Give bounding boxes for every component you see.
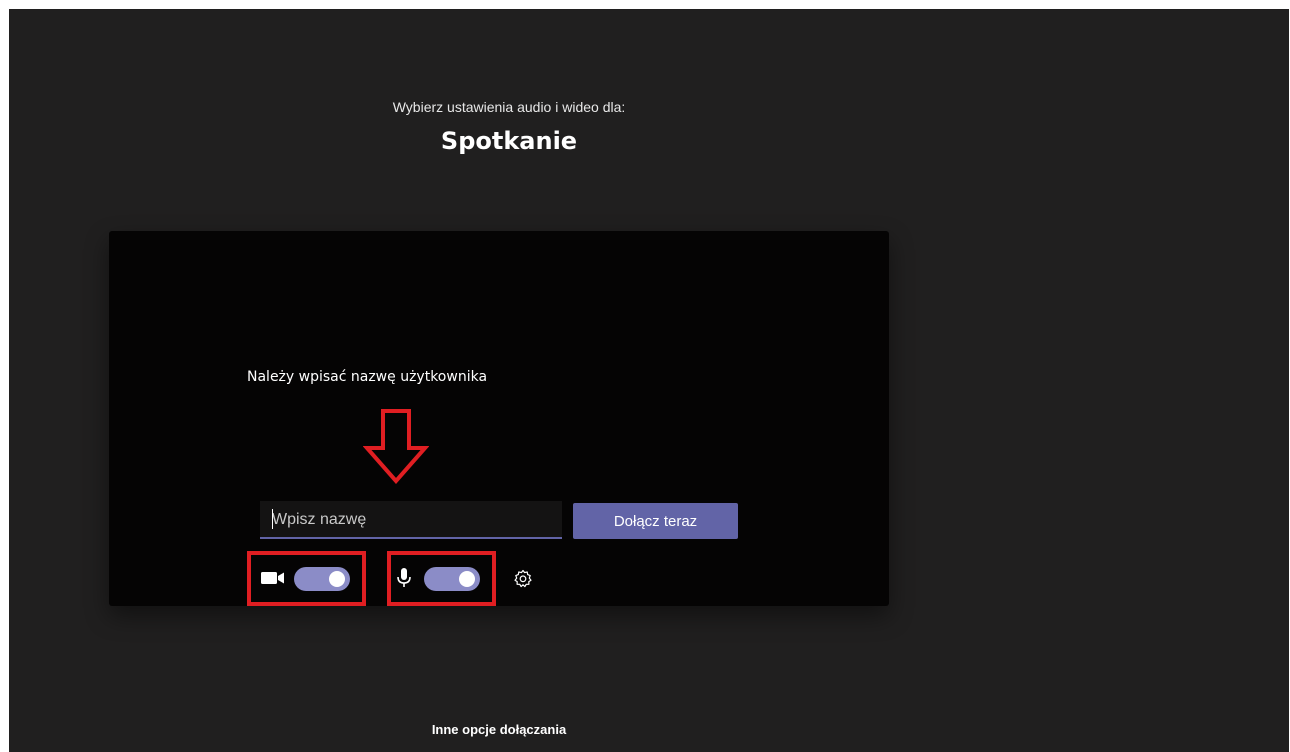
meeting-title: Spotkanie [440, 127, 578, 155]
meeting-prejoin-screen: Wybierz ustawienia audio i wideo dla: Sp… [9, 9, 1289, 752]
microphone-toggle-knob [459, 571, 475, 587]
name-input[interactable] [260, 501, 562, 537]
video-preview-panel: Należy wpisać nazwę użytkownika Dołącz t… [109, 231, 889, 606]
join-now-button[interactable]: Dołącz teraz [573, 503, 738, 539]
name-input-container [260, 501, 562, 539]
down-arrow-annotation-icon [363, 409, 429, 484]
text-caret [272, 509, 273, 529]
other-join-options-link[interactable]: Inne opcje dołączania [9, 722, 989, 737]
microphone-toggle[interactable] [424, 567, 480, 591]
camera-toggle-knob [329, 571, 345, 587]
camera-toggle[interactable] [294, 567, 350, 591]
setup-subtitle: Wybierz ustawienia audio i wideo dla: [392, 99, 626, 115]
video-camera-icon [261, 572, 284, 584]
annotation-instruction: Należy wpisać nazwę użytkownika [247, 369, 488, 385]
microphone-icon [397, 568, 411, 587]
gear-icon[interactable] [513, 569, 533, 589]
